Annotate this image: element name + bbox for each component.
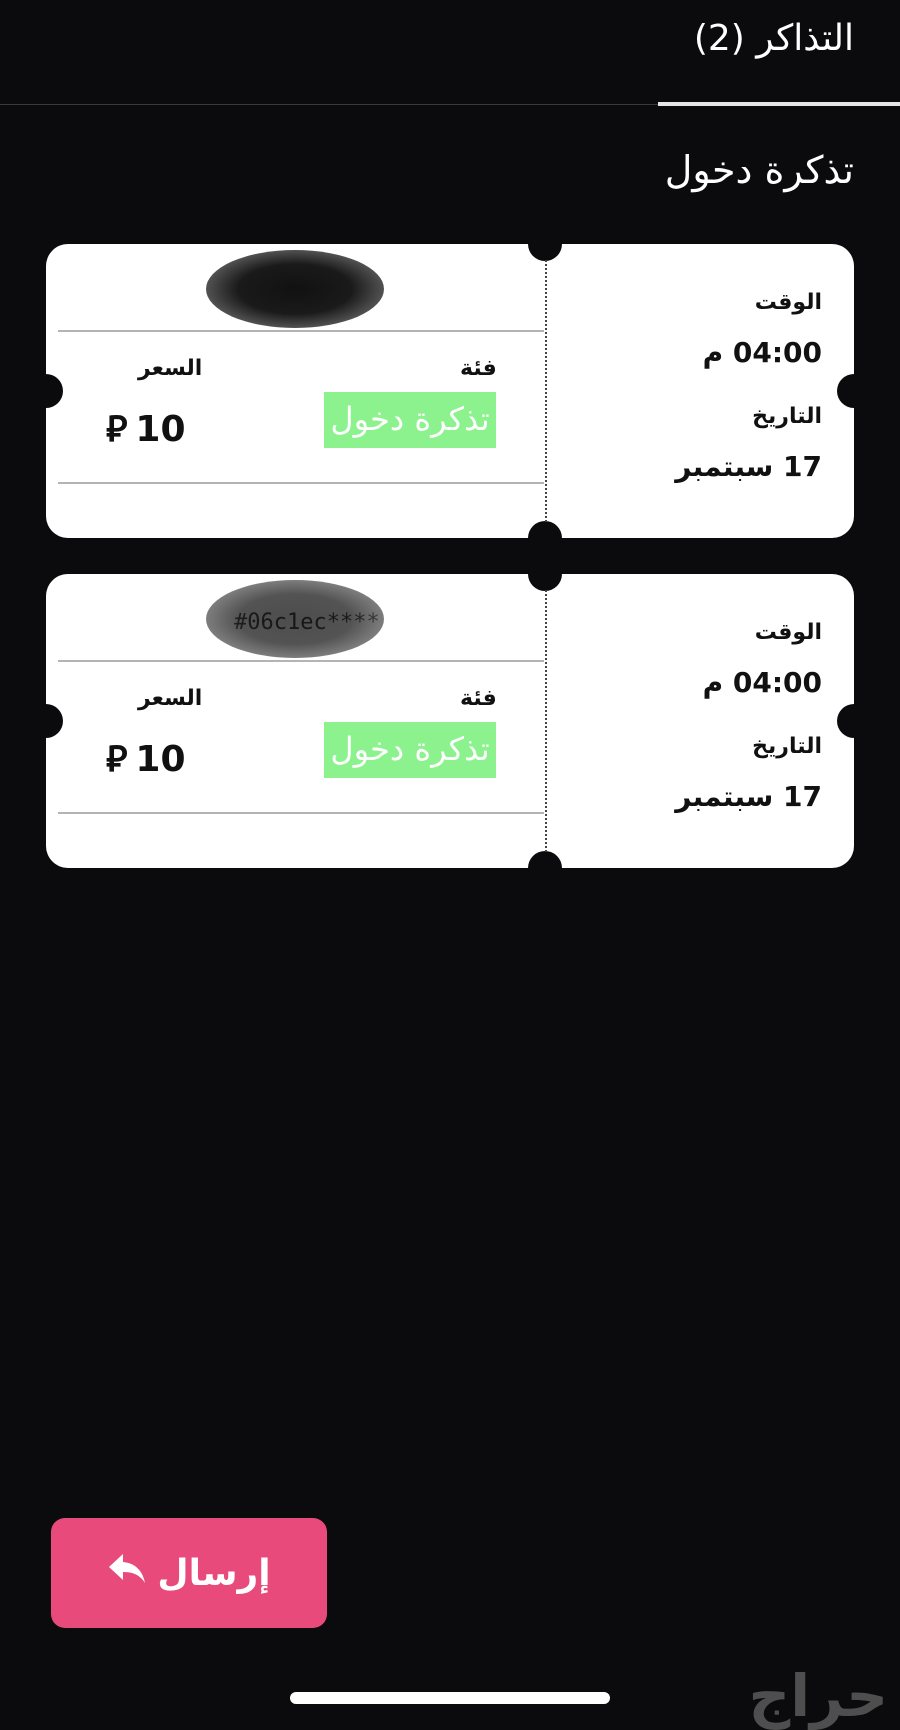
date-label: التاريخ xyxy=(752,404,822,429)
category-label: فئة xyxy=(460,686,497,711)
date-label: التاريخ xyxy=(752,734,822,759)
time-label: الوقت xyxy=(754,620,822,645)
category-badge: تذكرة دخول xyxy=(324,722,496,778)
ticket-body: #06c1ec**** فئة السعر تذكرة دخول ⃁10 xyxy=(46,244,544,538)
price-label: السعر xyxy=(138,356,203,381)
divider-line xyxy=(58,330,544,332)
price-value: 10 xyxy=(135,409,186,450)
price-label: السعر xyxy=(138,686,203,711)
tab-tickets[interactable]: التذاكر (2) xyxy=(658,0,900,106)
ticket-body: #06c1ec**** فئة السعر تذكرة دخول ⃁10 xyxy=(46,574,544,868)
tab-active-indicator xyxy=(658,102,900,106)
riyal-currency-icon: ⃁ xyxy=(106,409,128,450)
divider-line xyxy=(58,812,544,814)
divider-line xyxy=(58,482,544,484)
ticket-stub: الوقت 04:00 م التاريخ 17 سبتمبر xyxy=(546,244,854,538)
redaction-smudge xyxy=(206,250,384,328)
category-label: فئة xyxy=(460,356,497,381)
tab-bar: التذاكر (2) xyxy=(0,0,900,106)
section-title: تذكرة دخول xyxy=(664,148,854,192)
price-value: 10 xyxy=(135,739,186,780)
ticket-id-redacted: #06c1ec**** xyxy=(206,580,384,658)
send-button-label: إرسال xyxy=(157,1552,271,1594)
send-button[interactable]: إرسال xyxy=(51,1518,327,1628)
ticket-card[interactable]: الوقت 04:00 م التاريخ 17 سبتمبر #06c1ec*… xyxy=(29,557,871,885)
price-value-row: ⃁ 10 xyxy=(106,404,186,451)
category-badge: تذكرة دخول xyxy=(324,392,496,448)
divider-line xyxy=(58,660,544,662)
ticket-id-redacted: #06c1ec**** xyxy=(206,250,384,328)
redaction-smudge xyxy=(206,580,384,658)
watermark-logo: حراج xyxy=(748,1662,888,1730)
time-value: 04:00 م xyxy=(702,666,822,699)
ticket-stub: الوقت 04:00 م التاريخ 17 سبتمبر xyxy=(546,574,854,868)
ticket-card[interactable]: الوقت 04:00 م التاريخ 17 سبتمبر #06c1ec*… xyxy=(29,227,871,555)
date-value: 17 سبتمبر xyxy=(675,780,822,813)
price-value-row: ⃁ 10 xyxy=(106,734,186,781)
time-label: الوقت xyxy=(754,290,822,315)
home-indicator xyxy=(290,1692,610,1704)
tab-tickets-label: التذاكر (2) xyxy=(693,18,854,59)
date-value: 17 سبتمبر xyxy=(675,450,822,483)
time-value: 04:00 م xyxy=(702,336,822,369)
reply-arrow-icon xyxy=(107,1550,147,1596)
riyal-currency-icon: ⃁ xyxy=(106,739,128,780)
